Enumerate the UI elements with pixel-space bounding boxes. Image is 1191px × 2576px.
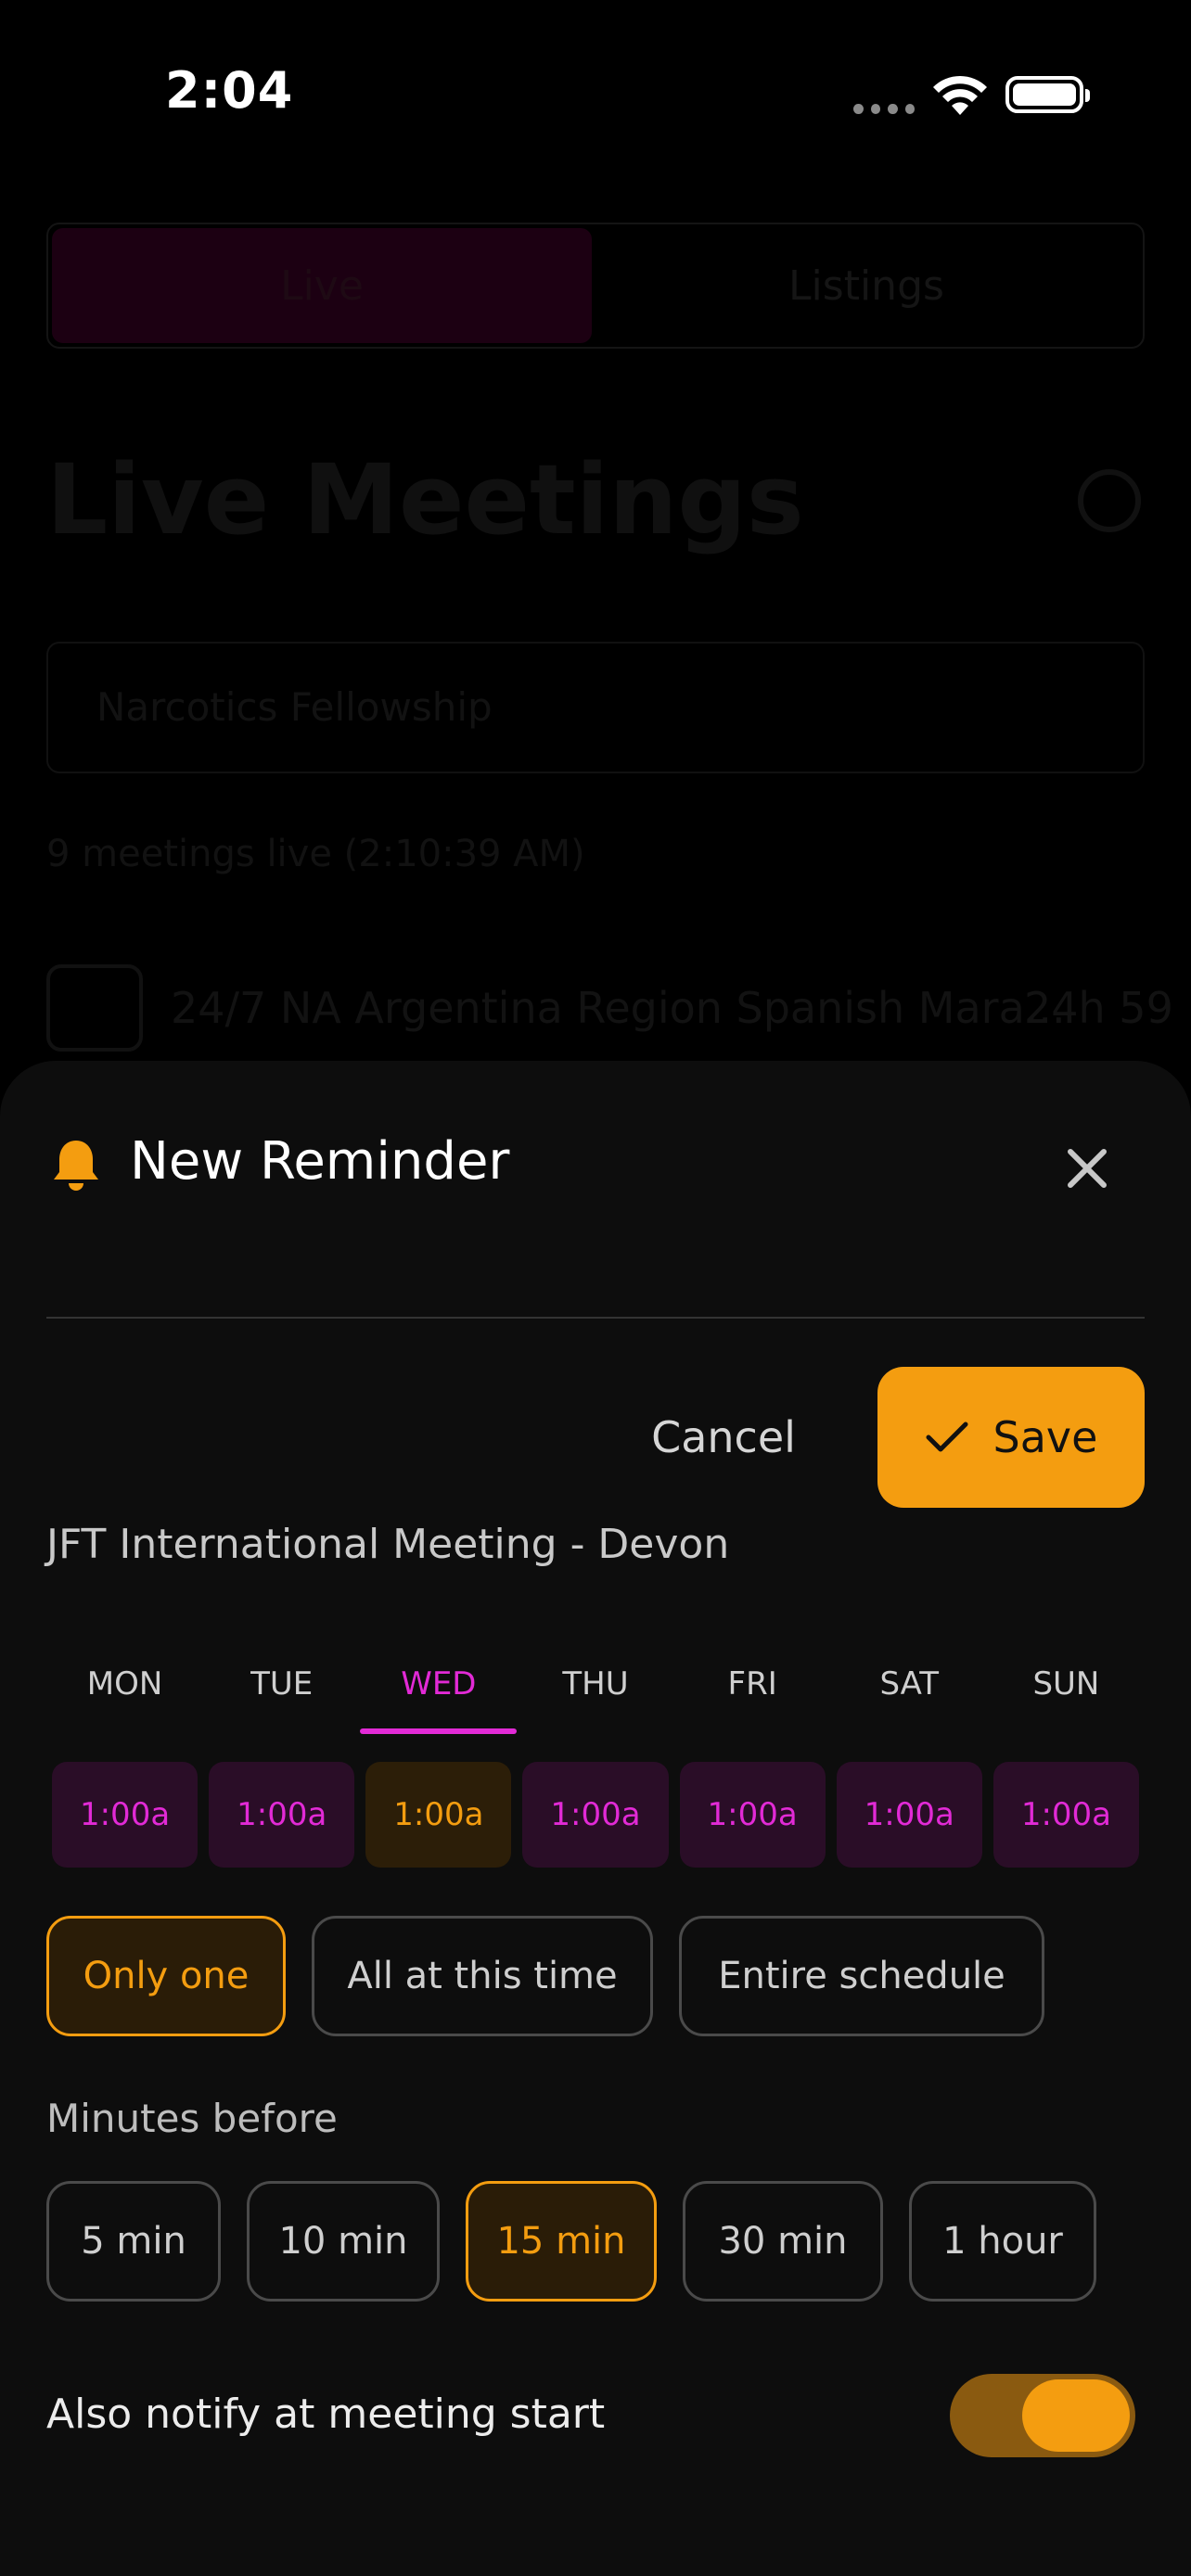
tab-tue[interactable]: TUE — [203, 1660, 360, 1734]
time-slot-sun[interactable]: 1:00a — [992, 1762, 1139, 1868]
save-label: Save — [992, 1412, 1098, 1462]
time-slot-wed[interactable]: 1:00a — [365, 1762, 512, 1868]
tab-thu[interactable]: THU — [517, 1660, 673, 1734]
meeting-row-name: 24/7 NA Argentina Region Spanish Mara... — [171, 983, 1066, 1033]
scope-all-at-time-chip[interactable]: All at this time — [312, 1916, 653, 2036]
time-slot-mon[interactable]: 1:00a — [52, 1762, 198, 1868]
tab-fri[interactable]: FRI — [674, 1660, 831, 1734]
meeting-thumbnail — [46, 964, 143, 1052]
meeting-row-duration: 24h 59 — [1024, 983, 1173, 1033]
tab-live: Live — [52, 228, 592, 343]
minutes-5-chip[interactable]: 5 min — [46, 2181, 221, 2302]
time-slots: 1:00a 1:00a 1:00a 1:00a 1:00a 1:00a 1:00… — [46, 1762, 1145, 1868]
meeting-name: JFT International Meeting - Devon — [46, 1521, 730, 1568]
sheet-title: New Reminder — [130, 1131, 510, 1192]
minutes-before-label: Minutes before — [46, 2096, 338, 2141]
checkmark-icon — [926, 1422, 968, 1452]
toggle-knob — [1022, 2379, 1130, 2452]
notify-at-start-label: Also notify at meeting start — [46, 2391, 606, 2438]
close-icon[interactable] — [1059, 1141, 1115, 1196]
background-screen: Live Listings Live Meetings Narcotics Fe… — [0, 0, 1191, 1094]
tab-sat[interactable]: SAT — [831, 1660, 988, 1734]
minutes-60-chip[interactable]: 1 hour — [909, 2181, 1096, 2302]
scope-options: Only one All at this time Entire schedul… — [46, 1916, 1044, 2036]
minutes-15-chip[interactable]: 15 min — [466, 2181, 657, 2302]
divider — [46, 1317, 1145, 1319]
bell-icon — [54, 1141, 98, 1191]
minutes-10-chip[interactable]: 10 min — [247, 2181, 440, 2302]
time-slot-thu[interactable]: 1:00a — [522, 1762, 669, 1868]
tab-mon[interactable]: MON — [46, 1660, 203, 1734]
meetings-count: 9 meetings live (2:10:39 AM) — [46, 833, 585, 875]
page-title: Live Meetings — [46, 443, 804, 556]
time-slot-tue[interactable]: 1:00a — [209, 1762, 355, 1868]
minutes-30-chip[interactable]: 30 min — [683, 2181, 883, 2302]
tab-listings: Listings — [788, 261, 944, 310]
cancel-button[interactable]: Cancel — [640, 1391, 807, 1484]
time-slot-sat[interactable]: 1:00a — [836, 1762, 982, 1868]
gear-icon — [1078, 469, 1141, 532]
save-button[interactable]: Save — [877, 1367, 1145, 1508]
day-tabs: MON TUE WED THU FRI SAT SUN — [46, 1660, 1145, 1734]
search-input: Narcotics Fellowship — [46, 642, 1145, 773]
notify-at-start-toggle[interactable] — [950, 2374, 1135, 2457]
scope-only-one-chip[interactable]: Only one — [46, 1916, 286, 2036]
scope-entire-schedule-chip[interactable]: Entire schedule — [679, 1916, 1044, 2036]
tab-wed[interactable]: WED — [360, 1660, 518, 1734]
minute-options: 5 min 10 min 15 min 30 min 1 hour — [46, 2181, 1096, 2302]
tab-sun[interactable]: SUN — [988, 1660, 1145, 1734]
time-slot-fri[interactable]: 1:00a — [679, 1762, 826, 1868]
